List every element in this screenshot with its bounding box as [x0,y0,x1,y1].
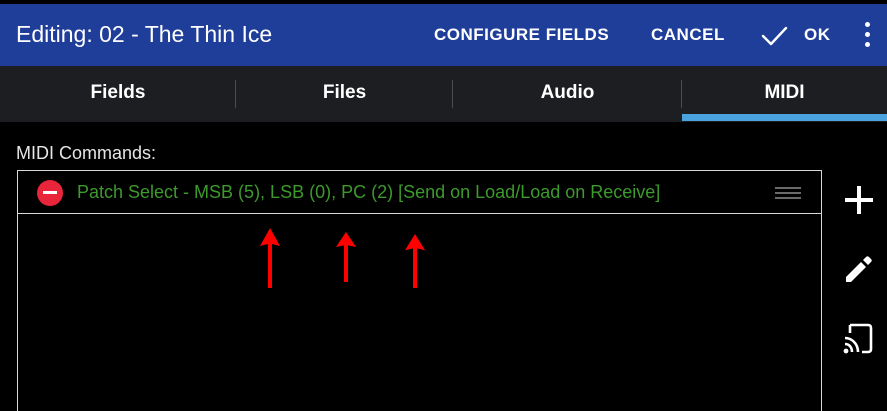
cast-icon[interactable] [842,321,874,357]
plus-icon[interactable] [843,184,875,216]
more-options-icon[interactable] [860,20,876,50]
configure-fields-button[interactable]: CONFIGURE FIELDS [434,25,609,45]
arrow-up-icon [260,228,280,288]
tab-fields[interactable]: Fields [0,66,236,122]
cancel-button[interactable]: CANCEL [651,25,725,45]
tab-files[interactable]: Files [236,66,453,122]
midi-commands-label: MIDI Commands: [16,143,157,163]
tab-audio[interactable]: Audio [453,66,682,122]
list-item[interactable]: Patch Select - MSB (5), LSB (0), PC (2) … [18,171,821,214]
midi-command-text: Patch Select - MSB (5), LSB (0), PC (2) … [77,182,661,202]
ok-label: OK [804,25,831,44]
header-bar: Editing: 02 - The Thin Ice CONFIGURE FIE… [0,4,887,66]
page-title: Editing: 02 - The Thin Ice [16,21,273,47]
pencil-icon[interactable] [843,253,875,285]
editor-screen: Editing: 02 - The Thin Ice CONFIGURE FIE… [0,0,887,411]
checkmark-icon [761,26,788,46]
active-tab-indicator [682,114,887,121]
remove-command-button[interactable] [37,180,63,206]
arrow-up-icon [336,232,356,282]
arrow-up-icon [405,234,425,288]
midi-commands-list: Patch Select - MSB (5), LSB (0), PC (2) … [17,170,822,411]
drag-handle-icon[interactable] [775,186,801,200]
